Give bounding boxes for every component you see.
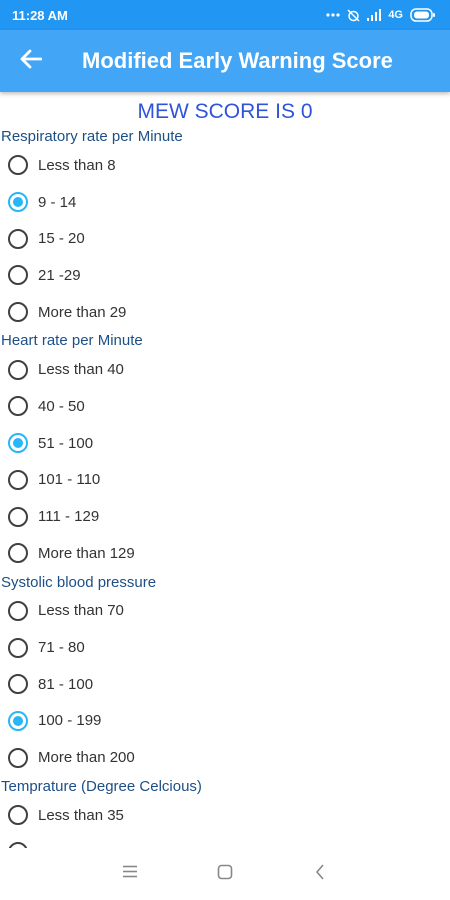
- radio-button-selected[interactable]: [8, 433, 28, 454]
- heart-option-40-50[interactable]: 40 - 50: [0, 388, 450, 425]
- option-label: Less than 70: [38, 602, 124, 620]
- radio-button[interactable]: [8, 506, 28, 527]
- option-label: 101 - 110: [38, 471, 101, 489]
- mew-score-label: MEW SCORE IS 0: [137, 100, 313, 123]
- back-button[interactable]: [0, 30, 62, 92]
- option-label: 21 -29: [38, 266, 81, 284]
- radio-button[interactable]: [8, 265, 28, 286]
- temperature-option-less-than-35[interactable]: Less than 35: [0, 797, 450, 834]
- respiratory-option-21-29[interactable]: 21 -29: [0, 257, 450, 294]
- heart-option-101-110[interactable]: 101 - 110: [0, 462, 450, 499]
- more-dots-icon: [326, 13, 340, 17]
- radio-button[interactable]: [8, 805, 28, 826]
- option-label: Less than 35: [38, 806, 124, 824]
- option-label: 100 - 199: [38, 712, 102, 730]
- radio-button[interactable]: [8, 302, 28, 323]
- radio-button[interactable]: [8, 228, 28, 249]
- menu-icon: [122, 865, 138, 883]
- option-label: 71 - 80: [38, 639, 85, 657]
- system-nav-bar: [0, 848, 450, 900]
- home-square-icon: [217, 864, 233, 885]
- temperature-section-label: Temprature (Degree Celcious): [1, 778, 202, 795]
- option-label: 40 - 50: [38, 397, 85, 415]
- radio-button[interactable]: [8, 396, 28, 417]
- radio-button[interactable]: [8, 469, 28, 490]
- option-label: 81 - 100: [38, 675, 94, 693]
- heart-option-51-100[interactable]: 51 - 100: [0, 425, 450, 462]
- radio-button[interactable]: [8, 674, 28, 695]
- nav-back-button[interactable]: [273, 863, 368, 885]
- option-label: More than 200: [38, 749, 135, 767]
- radio-button[interactable]: [8, 747, 28, 768]
- option-label: 51 - 100: [38, 434, 94, 452]
- form-content[interactable]: MEW SCORE IS 0 Respiratory rate per Minu…: [0, 92, 450, 848]
- page-title: Modified Early Warning Score: [82, 48, 393, 73]
- respiratory-option-9-14[interactable]: 9 - 14: [0, 184, 450, 221]
- option-label: Less than 8: [38, 156, 116, 174]
- nav-menu-button[interactable]: [83, 865, 178, 883]
- nav-home-button[interactable]: [178, 864, 273, 885]
- heart-option-less-than-40[interactable]: Less than 40: [0, 351, 450, 388]
- heart-option-more-than-129[interactable]: More than 129: [0, 535, 450, 572]
- systolic-option-less-than-70[interactable]: Less than 70: [0, 593, 450, 630]
- status-time: 11:28 AM: [12, 7, 68, 23]
- radio-button[interactable]: [8, 155, 28, 176]
- option-label: 111 - 129: [38, 508, 100, 526]
- alarm-off-icon: [347, 8, 360, 22]
- radio-button-selected[interactable]: [8, 192, 28, 213]
- option-label: More than 129: [38, 544, 135, 562]
- option-label: Less than 40: [38, 361, 124, 379]
- signal-icon: [367, 9, 382, 21]
- back-arrow-icon: [20, 49, 43, 74]
- systolic-option-100-199[interactable]: 100 - 199: [0, 703, 450, 740]
- respiratory-option-less-than-8[interactable]: Less than 8: [0, 147, 450, 184]
- status-bar: 11:28 AM 4G: [0, 0, 450, 30]
- heart-option-111-129[interactable]: 111 - 129: [0, 498, 450, 535]
- systolic-option-81-100[interactable]: 81 - 100: [0, 666, 450, 703]
- back-chevron-icon: [315, 863, 325, 885]
- radio-button[interactable]: [8, 637, 28, 658]
- radio-button[interactable]: [8, 600, 28, 621]
- radio-button-selected[interactable]: [8, 710, 28, 731]
- network-type: 4G: [388, 9, 403, 21]
- respiratory-option-more-than-29[interactable]: More than 29: [0, 294, 450, 331]
- respiratory-section-label: Respiratory rate per Minute: [1, 128, 183, 145]
- radio-button[interactable]: [8, 543, 28, 564]
- option-label: More than 29: [38, 303, 127, 321]
- systolic-section-label: Systolic blood pressure: [1, 573, 157, 591]
- option-label: 15 - 20: [38, 230, 85, 248]
- radio-button[interactable]: [8, 359, 28, 380]
- systolic-option-71-80[interactable]: 71 - 80: [0, 629, 450, 666]
- option-label: 9 - 14: [38, 193, 77, 211]
- status-icons: 4G: [326, 8, 436, 22]
- temperature-option-partial[interactable]: [0, 834, 450, 848]
- heart-rate-section-label: Heart rate per Minute: [1, 332, 143, 350]
- respiratory-option-15-20[interactable]: 15 - 20: [0, 220, 450, 257]
- app-bar: Modified Early Warning Score: [0, 30, 450, 92]
- battery-icon: [410, 8, 436, 22]
- systolic-option-more-than-200[interactable]: More than 200: [0, 739, 450, 776]
